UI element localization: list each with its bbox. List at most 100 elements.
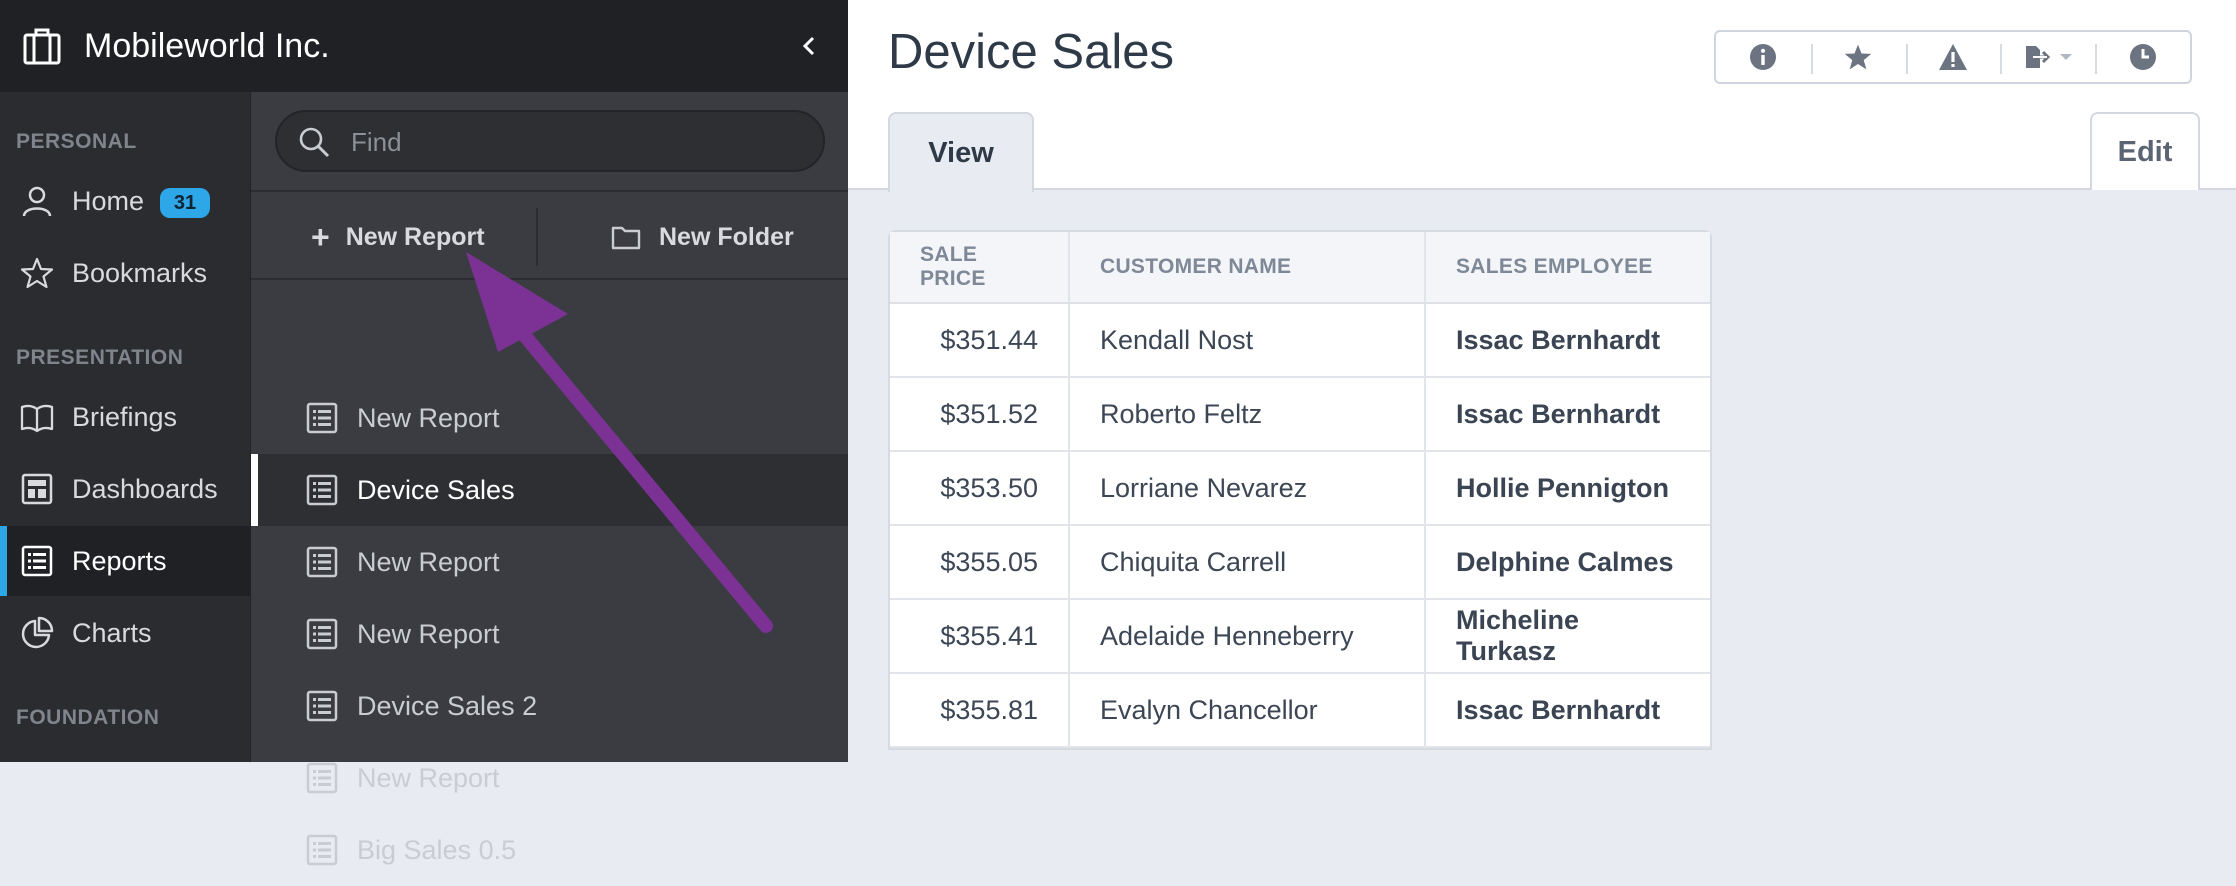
- nav-item-label: Briefings: [72, 401, 178, 432]
- plus-icon: +: [311, 218, 330, 255]
- cell-sale-price: $353.50: [890, 452, 1068, 526]
- report-list-item-label: New Report: [357, 402, 500, 433]
- cell-customer-name: Kendall Nost: [1068, 304, 1424, 378]
- nav-item-label: Dashboards: [72, 473, 218, 504]
- nav-item-reports[interactable]: Reports: [0, 526, 250, 596]
- table-row[interactable]: $355.81 Evalyn Chancellor Issac Bernhardt: [890, 674, 1710, 748]
- history-button[interactable]: [2095, 32, 2190, 82]
- column-header-sales-employee[interactable]: SALES EMPLOYEE: [1424, 232, 1710, 304]
- report-list-icon: [306, 762, 338, 794]
- table-header-row: SALE PRICE CUSTOMER NAME SALES EMPLOYEE: [890, 232, 1710, 304]
- nav-item-dashboards[interactable]: Dashboards: [0, 454, 250, 524]
- tab-edit[interactable]: Edit: [2090, 112, 2200, 190]
- section-label-personal: PERSONAL: [16, 130, 137, 153]
- divider: [536, 208, 538, 266]
- nav-item-home[interactable]: Home 31: [0, 166, 250, 236]
- table-row[interactable]: $355.41 Adelaide Henneberry Micheline Turk…: [890, 600, 1710, 674]
- section-label-foundation: FOUNDATION: [16, 706, 160, 729]
- cell-customer-name: Adelaide Henneberry: [1068, 600, 1424, 674]
- report-list-item[interactable]: New Report: [251, 382, 849, 454]
- alert-button[interactable]: [1905, 32, 2001, 82]
- report-list-item-label: Device Sales: [357, 474, 515, 505]
- report-list-item-label: New Report: [357, 762, 500, 793]
- cell-sales-employee: Micheline Turkasz: [1424, 600, 1710, 674]
- report-list-item[interactable]: New Report: [251, 598, 849, 670]
- export-icon: [2025, 46, 2050, 68]
- report-list-item[interactable]: Device Sales: [251, 454, 849, 526]
- nav-item-label: Reports: [72, 545, 167, 576]
- search-input[interactable]: [349, 120, 789, 164]
- table-row[interactable]: $351.52 Roberto Feltz Issac Bernhardt: [890, 378, 1710, 452]
- cell-sale-price: $355.05: [890, 526, 1068, 600]
- caret-down-icon: [2059, 54, 2072, 60]
- report-list-icon: [306, 474, 338, 506]
- organization-name: Mobileworld Inc.: [84, 27, 330, 65]
- report-list-icon: [306, 402, 338, 434]
- user-icon: [22, 186, 52, 217]
- cell-sales-employee: Hollie Pennigton: [1424, 452, 1710, 526]
- table-row[interactable]: $355.05 Chiquita Carrell Delphine Calmes: [890, 526, 1710, 600]
- nav-item-bookmarks[interactable]: Bookmarks: [0, 238, 250, 308]
- tab-view[interactable]: View: [888, 112, 1034, 192]
- report-list-item[interactable]: Device Sales 2: [251, 670, 849, 742]
- cell-sale-price: $351.44: [890, 304, 1068, 378]
- cell-sale-price: $355.81: [890, 674, 1068, 748]
- cell-sales-employee: Issac Bernhardt: [1424, 378, 1710, 452]
- new-report-label: New Report: [345, 222, 485, 251]
- folder-icon: [611, 226, 641, 250]
- cell-sales-employee: Issac Bernhardt: [1424, 674, 1710, 748]
- explorer-actions: + New Report New Folder: [251, 190, 849, 280]
- book-icon: [20, 404, 54, 433]
- page-title: Device Sales: [888, 25, 1174, 79]
- info-icon: [1750, 44, 1777, 70]
- bookmark-button[interactable]: [1810, 32, 1906, 82]
- nav-item-label: Charts: [72, 617, 152, 648]
- cell-customer-name: Chiquita Carrell: [1068, 526, 1424, 600]
- star-icon: [1844, 44, 1872, 70]
- warning-icon: [1938, 44, 1967, 70]
- nav-item-label: Bookmarks: [72, 257, 208, 288]
- column-header-customer-name[interactable]: CUSTOMER NAME: [1068, 232, 1424, 304]
- pie-chart-icon: [21, 616, 54, 649]
- cell-customer-name: Lorriane Nevarez: [1068, 452, 1424, 526]
- report-list-item-label: Big Sales 0.5: [357, 834, 517, 865]
- search-box[interactable]: [275, 110, 825, 172]
- briefcase-icon: [23, 28, 61, 65]
- table-row[interactable]: $353.50 Lorriane Nevarez Hollie Pennigton: [890, 452, 1710, 526]
- reports-explorer: + New Report New Folder New Report Device…: [250, 92, 849, 866]
- info-button[interactable]: [1716, 32, 1811, 82]
- section-label-presentation: PRESENTATION: [16, 346, 184, 369]
- table-body: $351.44 Kendall Nost Issac Bernhardt $351.5…: [890, 304, 1710, 748]
- search-icon: [299, 127, 330, 158]
- clock-icon: [2129, 44, 2156, 70]
- nav-item-charts[interactable]: Charts: [0, 598, 250, 668]
- cell-sale-price: $355.41: [890, 600, 1068, 674]
- nav-item-briefings[interactable]: Briefings: [0, 382, 250, 452]
- report-list-icon: [306, 690, 338, 722]
- report-list-icon: [21, 545, 53, 577]
- report-list-icon: [306, 618, 338, 650]
- report-list-item-label: New Report: [357, 618, 500, 649]
- report-list-item[interactable]: New Report: [251, 526, 849, 598]
- column-header-sale-price[interactable]: SALE PRICE: [890, 232, 1068, 304]
- star-outline-icon: [20, 257, 54, 289]
- table-row[interactable]: $351.44 Kendall Nost Issac Bernhardt: [890, 304, 1710, 378]
- report-header: Device Sales View Edit: [848, 0, 2236, 192]
- report-list-icon: [306, 546, 338, 578]
- home-count-badge: 31: [160, 188, 210, 218]
- new-folder-button[interactable]: New Folder: [611, 212, 794, 262]
- report-list-item[interactable]: Big Sales 0.5: [251, 814, 849, 886]
- report-list-item[interactable]: New Report: [251, 742, 849, 814]
- report-list-item-label: New Report: [357, 546, 500, 577]
- dashboard-icon: [21, 473, 53, 505]
- collapse-sidebar-button[interactable]: [792, 26, 826, 66]
- export-dropdown-button[interactable]: [2000, 32, 2095, 82]
- main-content: Device Sales View Edit SALE PRICE CUSTOM…: [848, 0, 2236, 762]
- nav-item-label: Home: [72, 185, 145, 216]
- cell-sales-employee: Issac Bernhardt: [1424, 304, 1710, 378]
- chevron-left-icon: [802, 36, 815, 56]
- cell-customer-name: Evalyn Chancellor: [1068, 674, 1424, 748]
- new-report-button[interactable]: + New Report: [311, 212, 485, 262]
- primary-nav: PERSONAL Home 31 Bookmarks PRESENTATION …: [0, 92, 250, 762]
- cell-sale-price: $351.52: [890, 378, 1068, 452]
